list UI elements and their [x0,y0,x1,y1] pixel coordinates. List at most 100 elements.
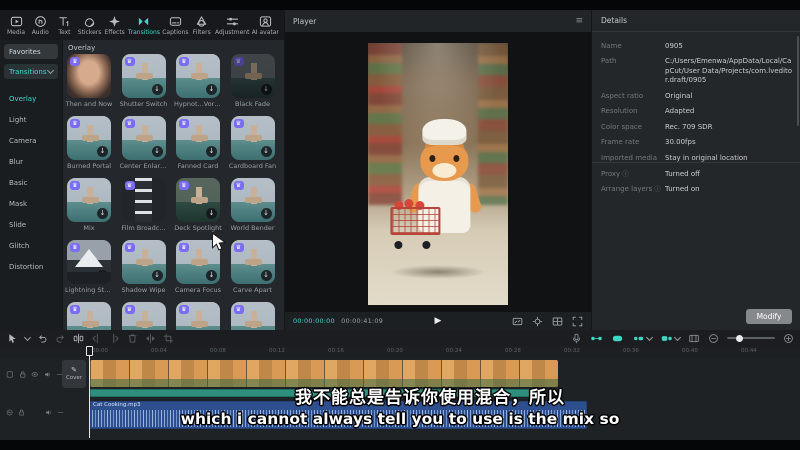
vip-badge-icon [125,181,135,190]
favorites-button[interactable]: Favorites [4,44,58,59]
vip-badge-icon [70,305,80,314]
audio-clip[interactable]: Cat Cooking.mp3 [90,401,587,429]
transition-name: Cardboard Fan [229,162,277,170]
hamburger-menu-icon[interactable]: ≡ [575,17,583,26]
delete-icon[interactable] [127,333,138,344]
transition-item[interactable]: Lightning Strike [65,240,113,302]
download-icon [261,208,272,219]
transition-item[interactable]: Then and Now [65,54,113,116]
toolbar-ai-avatar[interactable]: AI avatar [252,15,279,36]
transition-item[interactable]: Film Broadc... [120,178,168,240]
delete-right-icon[interactable] [109,333,120,344]
category-list: Overlay Light Camera Blur Basic [0,88,62,277]
transition-item[interactable]: Fanned Card [174,116,222,178]
transition-item[interactable] [174,302,222,330]
toolbar-label: Text [58,29,70,36]
main-track-icon[interactable] [6,370,14,379]
toolbar-text[interactable]: Text [53,15,75,36]
transition-item[interactable]: Black Fade [229,54,277,116]
select-tool-icon[interactable] [7,333,18,344]
effect-strip[interactable] [90,389,542,397]
timeline-zoom-slider[interactable] [727,337,775,339]
toolbar-audio[interactable]: Audio [29,15,51,36]
transition-item[interactable]: World Bender [229,178,277,240]
modify-button[interactable]: Modify [746,309,792,324]
sidebar-category-item[interactable]: Blur [0,151,62,172]
cover-button[interactable]: ✎ Cover [62,360,86,388]
toolbar-media[interactable]: Media [5,15,27,36]
vip-badge-icon [234,119,244,128]
playhead[interactable] [89,346,90,438]
chevron-down-icon[interactable] [24,333,31,340]
sidebar-category-item[interactable]: Basic [0,172,62,193]
transition-item[interactable]: Hypnot...Vortex [174,54,222,116]
toolbar-stickers[interactable]: Stickers [78,15,102,36]
transition-item[interactable]: Burned Portal [65,116,113,178]
sidebar-category-item[interactable]: Overlay [0,88,62,109]
toolbar-transitions[interactable]: Transitions [128,15,160,36]
transition-item[interactable]: Deck Spotlight [174,178,222,240]
transition-item[interactable]: Carve Apart [229,240,277,302]
delete-left-icon[interactable] [91,333,102,344]
transition-item[interactable]: Camera Focus [174,240,222,302]
sidebar-category-item[interactable]: Slide [0,214,62,235]
split-screen-icon[interactable] [552,316,563,327]
lock-icon[interactable] [18,408,25,417]
transition-item[interactable]: Shutter Switch [120,54,168,116]
transition-item[interactable]: Center Enlarge [120,116,168,178]
sidebar-category-item[interactable]: Camera [0,130,62,151]
details-scrollbar[interactable] [797,36,799,126]
sidebar-category-item[interactable]: Distortion [0,256,62,277]
transition-name: Film Broadc... [120,224,168,232]
hide-icon[interactable] [31,370,39,379]
transition-item[interactable]: Cardboard Fan [229,116,277,178]
toolbar-adjustment[interactable]: Adjustment [215,15,249,36]
linked-selection-icon[interactable] [611,333,624,344]
zoom-out-icon[interactable] [708,333,719,344]
fullscreen-icon[interactable] [572,316,583,327]
transitions-category-button[interactable]: Transitions [4,64,58,79]
auto-cut-icon[interactable] [660,333,673,344]
mute-icon[interactable] [44,370,52,379]
chevron-down-icon[interactable] [674,333,681,340]
mirror-icon[interactable] [145,333,156,344]
category-label: Glitch [9,242,29,250]
field-value: Adapted [665,107,793,116]
play-button[interactable]: ▶ [435,317,442,326]
transition-thumbnail [176,54,220,98]
preview-canvas[interactable] [285,32,591,312]
zoom-in-icon[interactable] [783,333,794,344]
audio-track-icon[interactable] [6,408,13,417]
transition-item[interactable] [229,302,277,330]
split-icon[interactable] [73,333,84,344]
field-value: Turned on [665,185,793,194]
preview-axis-icon[interactable] [632,333,645,344]
category-label: Overlay [9,95,36,103]
transition-item[interactable]: Shadow Wipe [120,240,168,302]
toolbar-effects[interactable]: Effects [104,15,126,36]
zoom-slider-thumb[interactable] [736,335,743,342]
transition-name: Camera Focus [174,286,222,294]
mute-icon[interactable] [45,408,52,417]
collapse-icon[interactable] [57,408,64,417]
crop-icon[interactable] [163,333,174,344]
object-tracking-icon[interactable] [532,316,543,327]
toolbar-filters[interactable]: Filters [191,15,213,36]
sidebar-category-item[interactable]: Glitch [0,235,62,256]
record-voiceover-icon[interactable] [571,333,582,344]
transition-item[interactable] [65,302,113,330]
transition-item[interactable] [120,302,168,330]
track-view-icon[interactable] [688,333,700,344]
undo-icon[interactable] [37,333,48,344]
playhead-handle[interactable] [86,346,93,356]
video-clip[interactable] [90,360,558,387]
chevron-down-icon[interactable] [646,333,653,340]
transition-item[interactable]: Mix [65,178,113,240]
ratio-icon[interactable] [512,316,523,327]
redo-icon[interactable] [55,333,66,344]
sidebar-category-item[interactable]: Light [0,109,62,130]
snap-toggle-icon[interactable] [590,333,603,344]
sidebar-category-item[interactable]: Mask [0,193,62,214]
toolbar-captions[interactable]: Captions [162,15,188,36]
lock-icon[interactable] [19,370,27,379]
